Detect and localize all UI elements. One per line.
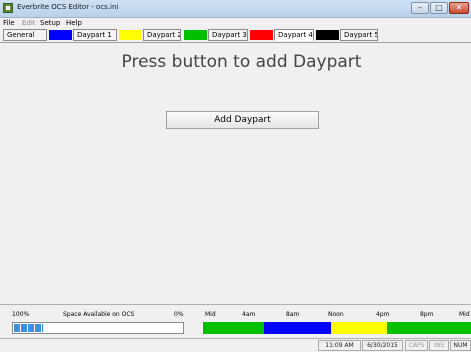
window-title: Everbrite OCS Editor - ocs.ini bbox=[17, 3, 119, 11]
space-min-label: 0% bbox=[174, 311, 184, 318]
daypart-panel: Press button to add Daypart Add Daypart bbox=[12, 44, 471, 302]
tab-daypart-1[interactable]: Daypart 1 bbox=[73, 29, 117, 41]
timeline-segment-2 bbox=[264, 322, 332, 334]
status-num: NUM bbox=[450, 340, 471, 351]
daypart-2-swatch bbox=[119, 30, 142, 40]
divider bbox=[0, 304, 471, 305]
space-available-bar bbox=[12, 322, 184, 334]
tab-bar: General Daypart 1 Daypart 2 Daypart 3 Da… bbox=[0, 28, 471, 43]
app-icon bbox=[3, 3, 13, 13]
maximize-button[interactable]: □ bbox=[430, 2, 448, 14]
tab-daypart-2[interactable]: Daypart 2 bbox=[143, 29, 181, 41]
timeline-label-4pm: 4pm bbox=[376, 311, 390, 318]
timeline-segment-4 bbox=[387, 322, 471, 334]
daypart-timeline bbox=[203, 322, 471, 334]
status-time: 11:09 AM bbox=[318, 340, 361, 351]
menu-help[interactable]: Help bbox=[66, 18, 82, 28]
add-daypart-button[interactable]: Add Daypart bbox=[166, 111, 319, 129]
tab-daypart-4[interactable]: Daypart 4 bbox=[274, 29, 314, 41]
menu-file[interactable]: File bbox=[3, 18, 15, 28]
close-button[interactable]: ✕ bbox=[449, 2, 469, 14]
menu-edit[interactable]: Edit bbox=[22, 18, 36, 28]
status-bar: 11:09 AM 6/30/2015 CAPS INS NUM bbox=[0, 338, 471, 352]
menu-bar: File Edit Setup Help bbox=[0, 18, 471, 28]
daypart-4-swatch bbox=[250, 30, 273, 40]
timeline-segment-1 bbox=[203, 322, 265, 334]
status-ins: INS bbox=[429, 340, 449, 351]
tab-daypart-5[interactable]: Daypart 5 bbox=[340, 29, 378, 41]
timeline-label-mid-end: Mid bbox=[459, 311, 470, 318]
info-row: 100% Space Available on OCS 0% Mid 4am 8… bbox=[0, 311, 471, 321]
timeline-label-8pm: 8pm bbox=[420, 311, 434, 318]
timeline-label-mid: Mid bbox=[205, 311, 216, 318]
timeline-label-noon: Noon bbox=[328, 311, 344, 318]
menu-setup[interactable]: Setup bbox=[40, 18, 60, 28]
timeline-segment-3 bbox=[331, 322, 388, 334]
page-heading: Press button to add Daypart bbox=[121, 52, 362, 72]
timeline-label-4am: 4am bbox=[242, 311, 256, 318]
daypart-3-swatch bbox=[184, 30, 207, 40]
space-max-label: 100% bbox=[12, 311, 30, 318]
title-bar: Everbrite OCS Editor - ocs.ini – □ ✕ bbox=[0, 0, 471, 18]
timeline-label-8am: 8am bbox=[286, 311, 300, 318]
daypart-5-swatch bbox=[316, 30, 339, 40]
minimize-button[interactable]: – bbox=[411, 2, 429, 14]
tab-general[interactable]: General bbox=[3, 29, 47, 41]
space-title: Space Available on OCS bbox=[63, 311, 135, 318]
status-caps: CAPS bbox=[405, 340, 428, 351]
status-date: 6/30/2015 bbox=[362, 340, 403, 351]
tab-daypart-3[interactable]: Daypart 3 bbox=[208, 29, 248, 41]
space-available-fill bbox=[14, 324, 43, 332]
daypart-1-swatch bbox=[49, 30, 72, 40]
